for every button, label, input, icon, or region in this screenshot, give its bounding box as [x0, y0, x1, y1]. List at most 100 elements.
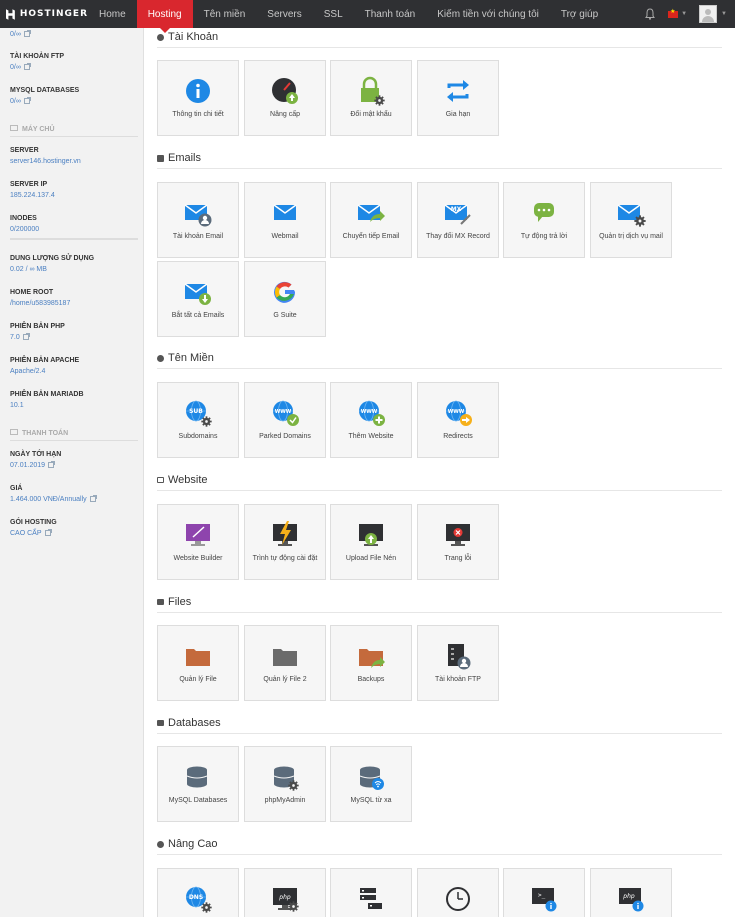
price-link[interactable]: 1.464.000 VNĐ/Annually	[10, 495, 138, 505]
external-link-icon	[23, 97, 31, 104]
sidebar-item-server: SERVER server146.hostinger.vn	[10, 146, 138, 167]
tile-php-info[interactable]: php	[590, 868, 672, 917]
hostinger-logo[interactable]: HOSTINGER	[0, 0, 88, 28]
sidebar-top-link[interactable]: 0/∞	[10, 30, 138, 40]
plan-label: GÓI HOSTING	[10, 519, 57, 526]
tile-dns-zone[interactable]: DNS	[157, 868, 239, 917]
tile-webmail[interactable]: Webmail	[244, 182, 326, 258]
tile-label: Đổi mật khẩu	[350, 111, 392, 118]
price-value: 1.464.000 VNĐ/Annually	[10, 496, 87, 503]
tile-email-forwarders[interactable]: Chuyển tiếp Email	[330, 182, 412, 258]
tile-renew[interactable]: Gia hạn	[417, 60, 499, 136]
tile-change-password[interactable]: Đổi mật khẩu	[330, 60, 412, 136]
section-title-databases: Databases	[157, 717, 221, 729]
sidebar-item-mysql: MYSQL DATABASES 0/∞	[10, 86, 138, 107]
tile-add-website[interactable]: WWW Thêm Website	[330, 382, 412, 458]
mysql-link[interactable]: 0/∞	[10, 97, 138, 107]
nav-ssl[interactable]: SSL	[313, 0, 354, 28]
inodes-label: INODES	[10, 215, 37, 222]
error-page-icon	[443, 520, 473, 550]
bell-icon[interactable]	[644, 8, 656, 20]
tile-file-manager-2[interactable]: Quản lý File 2	[244, 625, 326, 701]
catch-all-email-icon	[183, 277, 211, 305]
vietnam-flag-icon[interactable]	[668, 8, 679, 18]
redirect-icon: WWW	[443, 398, 472, 426]
database-icon	[157, 720, 164, 726]
add-website-icon: WWW	[356, 398, 385, 426]
ftp-label: TÀI KHOẢN FTP	[10, 53, 65, 60]
tile-website-builder[interactable]: Website Builder	[157, 504, 239, 580]
tile-email-accounts[interactable]: Tài khoản Email	[157, 182, 239, 258]
tile-mail-service-control[interactable]: Quản trị dịch vụ mail	[590, 182, 672, 258]
google-icon	[274, 281, 296, 303]
sidebar-item-ip: SERVER IP 185.224.137.4	[10, 180, 138, 201]
tile-subdomains[interactable]: SUB Subdomains	[157, 382, 239, 458]
nav-domains[interactable]: Tên miền	[193, 0, 257, 28]
section-server-label: MÁY CHỦ	[22, 126, 55, 133]
database-icon	[183, 762, 213, 792]
plan-link[interactable]: CAO CẤP	[10, 529, 138, 539]
tile-mysql-databases[interactable]: MySQL Databases	[157, 746, 239, 822]
server-icon	[10, 125, 18, 131]
section-title-databases-text: Databases	[168, 717, 221, 729]
nav-billing[interactable]: Thanh toán	[354, 0, 427, 28]
nav-help[interactable]: Trợ giúp	[550, 0, 609, 28]
tile-mx-record[interactable]: MX Thay đổi MX Record	[417, 182, 499, 258]
tile-autoresponders[interactable]: Tự động trả lời	[503, 182, 585, 258]
tile-cron-jobs[interactable]	[330, 868, 412, 917]
tile-parked-domains[interactable]: WWW Parked Domains	[244, 382, 326, 458]
tile-account-details[interactable]: Thông tin chi tiết	[157, 60, 239, 136]
nav-hosting[interactable]: Hosting	[136, 0, 193, 33]
tile-label: MySQL từ xa	[350, 797, 392, 804]
dns-icon: DNS	[183, 884, 213, 914]
tile-remote-mysql[interactable]: MySQL từ xa	[330, 746, 412, 822]
lock-icon	[361, 76, 386, 106]
divider	[157, 854, 722, 855]
sidebar-section-server: MÁY CHỦ	[10, 125, 138, 137]
tile-label: Redirects	[443, 433, 473, 440]
tile-phpmyadmin[interactable]: phpMyAdmin	[244, 746, 326, 822]
tile-php-configuration[interactable]: php	[244, 868, 326, 917]
disk-value: 0.02 / ∞ MB	[10, 266, 47, 273]
avatar[interactable]	[699, 5, 718, 23]
backup-folder-icon	[356, 641, 385, 668]
tile-error-pages[interactable]: Trang lỗi	[417, 504, 499, 580]
tile-upgrade[interactable]: Nâng cấp	[244, 60, 326, 136]
php-link[interactable]: 7.0	[10, 333, 138, 343]
section-title-advanced: Nâng Cao	[157, 838, 218, 850]
due-date-link[interactable]: 07.01.2019	[10, 461, 138, 471]
sidebar-item-disk: DUNG LƯỢNG SỬ DỤNG 0.02 / ∞ MB	[10, 254, 138, 275]
external-link-icon	[48, 461, 56, 468]
nav-affiliate[interactable]: Kiếm tiền với chúng tôi	[426, 0, 550, 28]
chevron-down-icon[interactable]: ▼	[721, 11, 727, 17]
external-link-icon	[44, 529, 52, 536]
tile-catch-all-emails[interactable]: Bắt tất cả Emails	[157, 261, 239, 337]
nav-home[interactable]: Home	[88, 0, 137, 28]
home-root-value: /home/u583985187	[10, 300, 71, 307]
ftp-link[interactable]: 0/∞	[10, 63, 138, 73]
chevron-down-icon[interactable]: ▼	[681, 11, 687, 17]
tile-label: Trang lỗi	[444, 555, 472, 562]
nav-right-area: ▼ ▼	[644, 0, 735, 28]
nav-servers[interactable]: Servers	[256, 0, 312, 28]
tile-label: Quản lý File	[179, 676, 217, 683]
auto-installer-icon	[270, 521, 300, 550]
tile-redirects[interactable]: WWW Redirects	[417, 382, 499, 458]
tile-file-manager[interactable]: Quản lý File	[157, 625, 239, 701]
tile-label: Website Builder	[173, 555, 223, 562]
home-root-label: HOME ROOT	[10, 289, 54, 296]
tile-auto-installer[interactable]: Trình tự động cài đặt	[244, 504, 326, 580]
tile-ssh-access[interactable]: >_	[503, 868, 585, 917]
ftp-account-icon	[448, 644, 471, 670]
sidebar-item-top: 0/∞	[10, 30, 138, 40]
tile-backups[interactable]: Backups	[330, 625, 412, 701]
section-title-website-text: Website	[168, 474, 208, 486]
tile-g-suite[interactable]: G Suite	[244, 261, 326, 337]
server-label: SERVER	[10, 147, 39, 154]
divider	[157, 490, 722, 491]
tile-ftp-accounts[interactable]: Tài khoản FTP	[417, 625, 499, 701]
tile-scheduled-tasks[interactable]	[417, 868, 499, 917]
subdomain-icon: SUB	[183, 398, 213, 428]
tile-upload-archive[interactable]: Upload File Nén	[330, 504, 412, 580]
divider	[157, 368, 722, 369]
